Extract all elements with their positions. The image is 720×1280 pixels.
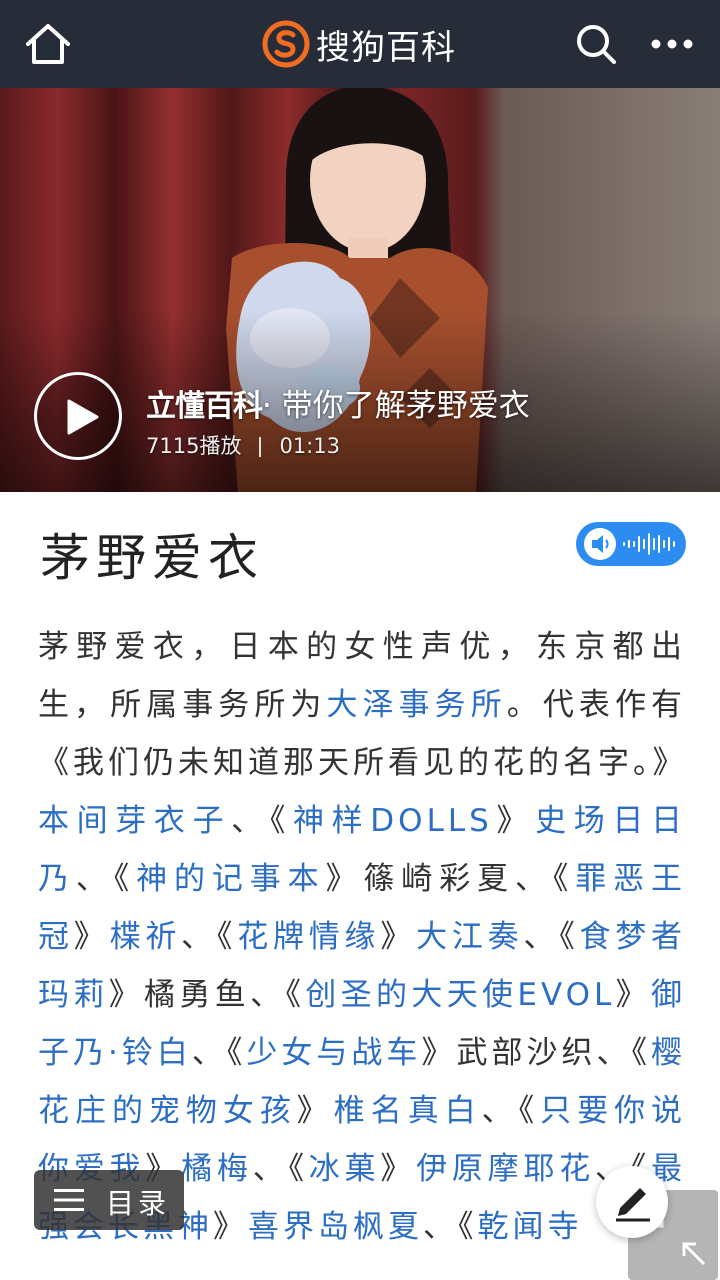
article-text: 、《 — [423, 1209, 478, 1245]
article-text: 、《 — [481, 1093, 541, 1129]
article-text: 、《 — [252, 1151, 309, 1187]
article-text: 、《 — [191, 1035, 247, 1071]
play-button[interactable] — [34, 372, 122, 460]
article-link[interactable]: 创圣的大天使EVOL — [305, 977, 615, 1013]
article-link[interactable]: 少女与战车 — [246, 1035, 421, 1071]
play-icon — [67, 399, 99, 435]
sogou-logo-icon — [262, 20, 310, 68]
video-title[interactable]: 立懂百科· 带你了解茅野爱衣 — [146, 380, 530, 425]
article-text: 》橘勇鱼、《 — [108, 977, 306, 1013]
article-text: 》 — [213, 1209, 248, 1245]
article-link[interactable]: 楪祈 — [110, 919, 182, 955]
article-link[interactable]: 椎名真白 — [334, 1093, 482, 1129]
video-brand: 立懂百科 — [146, 389, 263, 424]
waveform-icon — [623, 533, 675, 555]
article-text: 》 — [492, 803, 536, 839]
video-plays: 7115播放 — [146, 434, 242, 458]
article-text: 》 — [380, 919, 417, 955]
article-link[interactable]: 伊原摩耶花 — [416, 1151, 595, 1187]
article-text: 》篠崎彩夏、《 — [325, 861, 576, 897]
article-text: 》 — [380, 1151, 417, 1187]
pencil-icon — [616, 1188, 650, 1222]
edit-button[interactable] — [596, 1166, 668, 1238]
article-text: 、《 — [75, 861, 137, 897]
article-summary: 茅野爱衣，日本的女性声优，东京都出生，所属事务所为大泽事务所。代表作有《我们仍未… — [38, 618, 686, 1256]
top-bar: 搜狗百科 — [0, 0, 720, 88]
video-meta: 7115播放 01:13 — [146, 430, 340, 460]
article-link[interactable]: 神的记事本 — [136, 861, 325, 897]
article-link[interactable]: 乾闻寺 — [478, 1209, 583, 1245]
article-link[interactable]: 橘梅 — [181, 1151, 253, 1187]
toc-label: 目录 — [106, 1187, 171, 1220]
search-icon[interactable] — [574, 22, 618, 66]
article-link[interactable]: 喜界岛枫夏 — [248, 1209, 423, 1245]
toc-button[interactable]: 目录 — [34, 1170, 184, 1230]
article-text: 、《 — [231, 803, 294, 839]
brand-logo[interactable]: 搜狗百科 — [262, 18, 456, 70]
article-text: 》武部沙织、《 — [421, 1035, 652, 1071]
article-link[interactable]: 本间芽衣子 — [38, 803, 231, 839]
meta-divider — [259, 437, 262, 457]
article-link[interactable]: 花牌情缘 — [237, 919, 380, 955]
article-text: 》 — [73, 919, 110, 955]
menu-icon — [54, 1189, 84, 1211]
article-link[interactable]: 大江奏 — [416, 919, 523, 955]
article-link[interactable]: 神样DOLLS — [293, 803, 493, 839]
article-text: 、《 — [523, 919, 580, 955]
article-link[interactable]: 大泽事务所 — [326, 687, 506, 723]
voice-read-button[interactable] — [576, 522, 686, 566]
home-icon[interactable] — [24, 22, 72, 66]
speaker-icon — [584, 528, 616, 560]
more-icon[interactable] — [650, 30, 694, 58]
video-banner[interactable]: 立懂百科· 带你了解茅野爱衣 7115播放 01:13 — [0, 88, 720, 492]
article-link[interactable]: 冰菓 — [309, 1151, 381, 1187]
article-text: 》 — [296, 1093, 334, 1129]
article-text: 》 — [615, 977, 652, 1013]
video-duration: 01:13 — [279, 434, 340, 458]
brand-name: 搜狗百科 — [316, 27, 456, 68]
article-text: 、《 — [181, 919, 238, 955]
page-title: 茅野爱衣 — [40, 529, 264, 587]
video-title-text: · 带你了解茅野爱衣 — [262, 388, 530, 424]
